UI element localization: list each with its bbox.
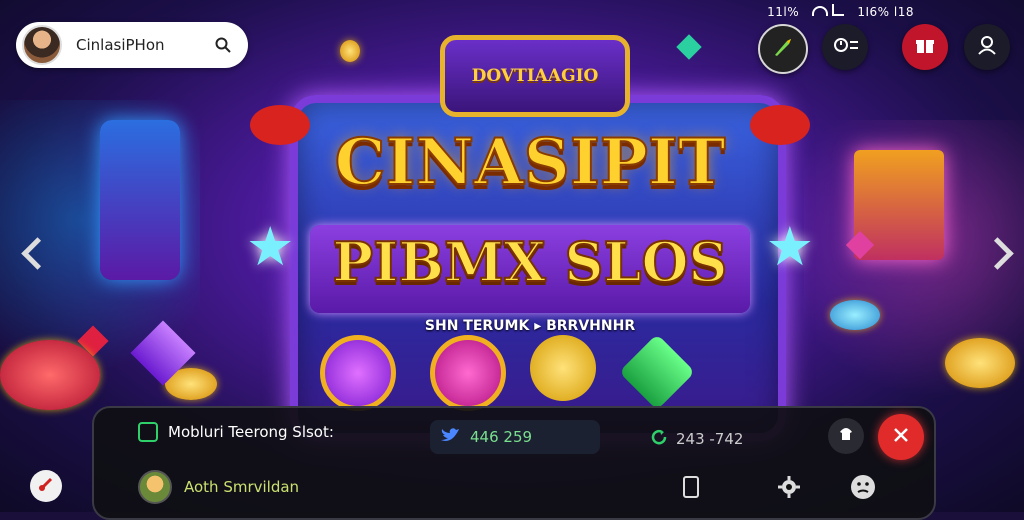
search-input[interactable]: CinlasiPHon	[76, 36, 212, 54]
close-button[interactable]	[878, 414, 924, 460]
player-name: Aoth Smrvildan	[184, 478, 300, 496]
cycle-stat: 243 -742	[650, 428, 743, 450]
avatar[interactable]	[22, 25, 62, 65]
search-bar[interactable]: CinlasiPHon	[16, 22, 248, 68]
player-avatar	[138, 470, 172, 504]
status-right: 1I6% l18	[857, 5, 914, 19]
guitar-button[interactable]	[30, 470, 62, 502]
status-left: 11l%	[767, 5, 800, 19]
reel-symbol	[320, 335, 396, 411]
signal-icon	[832, 4, 845, 16]
next-arrow[interactable]	[980, 230, 1014, 276]
chip-decoration	[0, 340, 100, 410]
game-info-row: Mobluri Teerong Slsot:	[138, 422, 334, 442]
wifi-icon	[812, 6, 829, 16]
shield-icon	[138, 422, 158, 442]
previous-arrow[interactable]	[20, 230, 54, 276]
game-banner[interactable]: DOVTIAAGIO CINASIPIT PIBMX SLOS SHN TERU…	[246, 35, 814, 441]
user-icon	[976, 34, 998, 60]
search-icon[interactable]	[212, 34, 234, 56]
banner-title-secondary: PIBMX SLOS	[332, 229, 729, 295]
reel-symbol	[430, 335, 506, 411]
user-button[interactable]	[964, 24, 1010, 70]
close-icon	[891, 425, 911, 449]
cycle-icon	[650, 428, 668, 450]
settings-button[interactable]	[774, 474, 804, 504]
timer-icon	[831, 35, 859, 59]
status-bar: 11l% 1I6% l18	[767, 4, 914, 19]
banner-subtitle: SHN TERUMK ▸ BRRVHNHR	[424, 318, 636, 334]
chip-decoration	[830, 300, 880, 330]
star-decoration: ★	[246, 215, 295, 278]
timer-button[interactable]	[822, 24, 868, 70]
chevron-right-icon	[980, 236, 1014, 270]
bottom-panel: Mobluri Teerong Slsot: 446 259 243 -742 …	[92, 406, 936, 520]
bookmark-icon	[681, 475, 701, 503]
slot-machine-left	[100, 120, 180, 280]
coin-decoration	[945, 338, 1015, 388]
settings-icon	[777, 475, 801, 503]
game-name: Mobluri Teerong Slsot:	[168, 423, 334, 441]
hat-button[interactable]	[828, 418, 864, 454]
emoji-icon	[850, 474, 876, 504]
star-decoration: ★	[765, 215, 814, 278]
gift-button[interactable]	[902, 24, 948, 70]
chevron-left-icon	[20, 236, 54, 270]
hat-icon	[836, 424, 856, 448]
twitter-icon	[440, 427, 460, 447]
reel-symbol	[530, 335, 596, 401]
player-row: Aoth Smrvildan	[138, 470, 299, 504]
bookmark-button[interactable]	[676, 474, 706, 504]
twitter-count: 446 259	[470, 428, 533, 446]
banner-crest: DOVTIAAGIO	[440, 35, 630, 117]
cycle-count: 243 -742	[676, 430, 744, 448]
twitter-stat[interactable]: 446 259	[430, 420, 600, 454]
crest-text: DOVTIAAGIO	[471, 66, 599, 86]
guitar-icon	[37, 475, 55, 497]
gift-icon	[914, 34, 936, 60]
emoji-button[interactable]	[848, 474, 878, 504]
banner-title: CINASIPIT	[334, 124, 727, 201]
